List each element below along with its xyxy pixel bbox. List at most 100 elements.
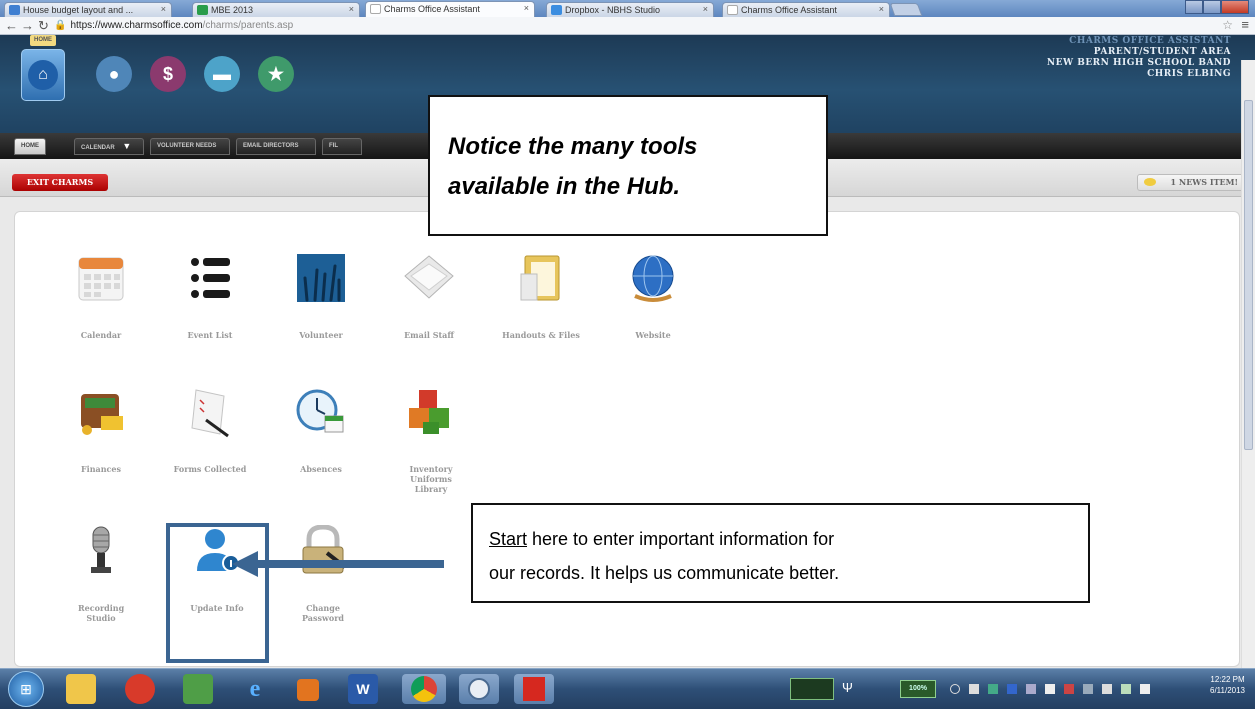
home-hub-button[interactable]: ⌂: [21, 49, 65, 101]
globe-icon: [627, 252, 679, 304]
briefcase-hub-icon[interactable]: ▬: [204, 56, 240, 92]
speech-bubble-icon: [1144, 178, 1156, 186]
tab-label: Charms Office Assistant: [384, 4, 480, 14]
tray-icon[interactable]: [1007, 684, 1017, 694]
network-meter-icon[interactable]: [790, 678, 834, 700]
tool-forms-collected[interactable]: Forms Collected: [165, 386, 255, 474]
star-hub-icon[interactable]: ★: [258, 56, 294, 92]
battery-meter[interactable]: 100%: [900, 680, 936, 698]
tool-inventory[interactable]: Inventory Uniforms Library: [386, 386, 476, 494]
tool-calendar[interactable]: Calendar: [56, 252, 146, 340]
back-arrow-icon[interactable]: ←: [5, 18, 18, 33]
forward-arrow-icon[interactable]: →: [21, 18, 34, 33]
page-scrollbar[interactable]: [1241, 60, 1255, 668]
microphone-icon: [75, 525, 127, 577]
nav-tab-email-directors[interactable]: EMAIL DIRECTORS: [236, 138, 316, 155]
tool-label: Event List: [187, 330, 233, 340]
clock-time: 12:22 PM: [1210, 675, 1245, 684]
tool-label: Change Password: [301, 603, 345, 623]
clock-icon: [295, 386, 347, 438]
tool-label: Absences: [300, 464, 342, 474]
volume-icon[interactable]: [1140, 684, 1150, 694]
bookmark-star-icon[interactable]: ☆: [1222, 18, 1233, 32]
tray-icon[interactable]: [1026, 684, 1036, 694]
window-controls: [1185, 0, 1249, 14]
site-title-line: CHARMS OFFICE ASSISTANT: [1069, 36, 1231, 46]
media-player-icon[interactable]: [125, 674, 155, 704]
start-button[interactable]: ⊞: [8, 671, 44, 707]
tool-label: Website: [635, 330, 671, 340]
annotation-line: available in the Hub.: [448, 173, 681, 200]
nav-tab-calendar[interactable]: CALENDAR ▼: [74, 138, 144, 155]
browser-tab[interactable]: House budget layout and ... ×: [4, 2, 172, 17]
forms-icon: [184, 386, 236, 438]
tool-website[interactable]: Website: [608, 252, 698, 340]
minimize-button[interactable]: [1185, 0, 1204, 14]
tray-icon[interactable]: [1102, 684, 1112, 694]
chrome-icon[interactable]: [402, 674, 446, 704]
chat-icon: [468, 678, 490, 700]
menu-icon[interactable]: ≡: [1241, 17, 1249, 32]
file-explorer-icon[interactable]: [66, 674, 96, 704]
annotation-line: our records. It helps us communicate bet…: [489, 563, 840, 583]
close-tab-icon[interactable]: ×: [349, 4, 354, 14]
tool-label: Recording Studio: [78, 603, 125, 623]
tab-label: House budget layout and ...: [23, 5, 134, 15]
person-hub-icon[interactable]: ●: [96, 56, 132, 92]
word-icon[interactable]: W: [348, 674, 378, 704]
close-tab-icon[interactable]: ×: [524, 3, 529, 13]
nav-tab-home[interactable]: HOME: [14, 138, 46, 155]
maximize-button[interactable]: [1203, 0, 1222, 14]
tray-icon[interactable]: [1064, 684, 1074, 694]
news-item-label: 1 NEWS ITEM!: [1170, 177, 1238, 187]
browser-tab-active[interactable]: Charms Office Assistant ×: [365, 1, 535, 17]
tab-favicon-icon: [197, 5, 208, 15]
tool-finances[interactable]: Finances: [56, 386, 146, 474]
site-title-line: PARENT/STUDENT AREA: [1093, 47, 1231, 57]
presentation-app-icon[interactable]: [297, 679, 319, 701]
tray-icon[interactable]: [1083, 684, 1093, 694]
browser-tab[interactable]: MBE 2013 ×: [192, 2, 360, 17]
nav-tab-files[interactable]: FIL: [322, 138, 362, 155]
close-window-button[interactable]: [1221, 0, 1249, 14]
nav-tab-volunteer-needs[interactable]: VOLUNTEER NEEDS: [150, 138, 230, 155]
url-input[interactable]: 🔒 https://www.charmsoffice.com/charms/par…: [54, 19, 1234, 33]
internet-explorer-icon[interactable]: e: [240, 674, 270, 704]
signal-icon[interactable]: [1121, 684, 1131, 694]
new-tab-button[interactable]: [889, 3, 923, 16]
tool-absences[interactable]: Absences: [276, 386, 366, 474]
tool-event-list[interactable]: Event List: [165, 252, 255, 340]
list-icon: [184, 252, 236, 304]
url-host: https://www.charmsoffice.com: [70, 20, 203, 31]
messenger-icon[interactable]: [459, 674, 499, 704]
antenna-icon[interactable]: Ψ: [842, 680, 853, 695]
close-tab-icon[interactable]: ×: [879, 4, 884, 14]
tray-icon[interactable]: [950, 684, 960, 694]
tool-email-staff[interactable]: Email Staff: [384, 252, 474, 340]
tray-icon[interactable]: [969, 684, 979, 694]
acrobat-icon[interactable]: [514, 674, 554, 704]
tool-volunteer[interactable]: Volunteer: [276, 252, 366, 340]
close-tab-icon[interactable]: ×: [161, 4, 166, 14]
system-tray-icons[interactable]: [950, 684, 1200, 696]
tool-handouts-files[interactable]: Handouts & Files: [496, 252, 586, 340]
lock-icon: 🔒: [54, 20, 67, 31]
scrollbar-thumb[interactable]: [1244, 100, 1253, 450]
pdf-icon: [523, 677, 545, 701]
exit-charms-button[interactable]: EXIT CHARMS: [12, 174, 108, 191]
news-item-button[interactable]: 1 NEWS ITEM!: [1137, 174, 1245, 191]
tab-label: MBE 2013: [211, 5, 254, 15]
finance-app-icon[interactable]: [183, 674, 213, 704]
flag-icon[interactable]: [1045, 684, 1055, 694]
folder-icon: [515, 252, 567, 304]
browser-tab[interactable]: Charms Office Assistant ×: [722, 2, 890, 17]
taskbar-clock[interactable]: 12:22 PM 6/11/2013: [1210, 674, 1245, 696]
dollar-hub-icon[interactable]: $: [150, 56, 186, 92]
tab-favicon-icon: [9, 5, 20, 15]
tool-recording-studio[interactable]: Recording Studio: [56, 525, 146, 623]
close-tab-icon[interactable]: ×: [703, 4, 708, 14]
reload-icon[interactable]: ↻: [38, 18, 49, 33]
browser-tab[interactable]: Dropbox - NBHS Studio ×: [546, 2, 714, 17]
volunteer-icon: [295, 252, 347, 304]
tray-icon[interactable]: [988, 684, 998, 694]
